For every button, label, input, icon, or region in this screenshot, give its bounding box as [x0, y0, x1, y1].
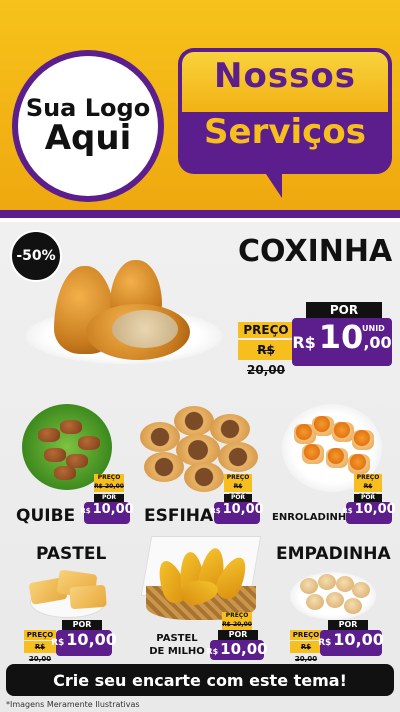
item-price-box: R$ 10,00	[80, 502, 134, 524]
item-old-price: R$ 20,00	[354, 482, 382, 500]
item-por-label: POR	[224, 494, 252, 502]
item-name-pastel: PASTEL	[36, 544, 107, 564]
logo-placeholder[interactable]: Sua Logo Aqui	[12, 50, 164, 202]
item-old-price: R$ 20,00	[94, 482, 124, 492]
item-name-pastel-de-milho: PASTEL DE MILHO	[149, 633, 205, 657]
featured-unit: UNID	[362, 324, 385, 333]
item-name-esfiha: ESFIHA	[144, 506, 214, 526]
item-price: 10,00	[92, 502, 134, 517]
header-divider	[0, 210, 400, 218]
item-por-label: POR	[328, 620, 368, 630]
item-price-box: R$ 10,00	[342, 502, 396, 524]
item-price-box: R$ 10,00	[206, 640, 268, 660]
item-preco-label: PREÇO	[354, 474, 382, 482]
item-price: 10,00	[354, 502, 396, 517]
featured-currency: R$	[292, 333, 316, 352]
logo-text-line2: Aqui	[44, 117, 132, 158]
flyer-page: Sua Logo Aqui Nossos Serviços -50% COXIN…	[0, 0, 400, 712]
logo-text-line1: Sua Logo	[25, 93, 151, 122]
pastel-image	[24, 566, 112, 622]
item-name-empadinha: EMPADINHA	[276, 544, 391, 564]
item-currency: R$	[80, 507, 91, 515]
item-preco-label: PREÇO	[94, 474, 124, 482]
item-por-label: POR	[94, 494, 124, 502]
item-currency: R$	[51, 638, 65, 648]
item-preco-label: PREÇO	[224, 474, 252, 482]
header-divider-white	[0, 218, 400, 222]
featured-product-name: COXINHA	[238, 234, 393, 269]
featured-price-dec: ,00	[363, 333, 392, 352]
featured-por-label: POR	[306, 302, 382, 318]
item-old-price: R$ 20,00	[224, 482, 252, 500]
item-price-box: R$ 10,00	[210, 502, 264, 524]
item-currency: R$	[318, 638, 332, 648]
item-price: 10,00	[220, 640, 268, 658]
featured-preco-label: PREÇO	[238, 322, 294, 338]
item-price-box: R$ 10,00	[51, 630, 117, 656]
title-line2: Serviços	[204, 112, 366, 152]
title-line1: Nossos	[214, 56, 356, 96]
item-por-label: POR	[354, 494, 382, 502]
item-price: 10,00	[66, 630, 117, 649]
footnote: *Imagens Meramente Ilustrativas	[6, 700, 140, 709]
item-por-label: POR	[218, 630, 258, 640]
cta-banner[interactable]: Crie seu encarte com este tema!	[6, 664, 394, 696]
item-price-box: R$ 10,00	[318, 630, 384, 656]
featured-price-int: 10	[318, 318, 364, 356]
item-por-label: POR	[62, 620, 102, 630]
coxinha-image	[26, 258, 226, 368]
featured-old-price: R$ 20,00	[238, 340, 294, 377]
item-preco-label: PREÇO	[222, 612, 252, 620]
item-currency: R$	[206, 647, 219, 656]
pastel-de-milho-image	[140, 534, 262, 624]
item-currency: R$	[342, 507, 353, 515]
item-name-quibe: QUIBE	[16, 506, 76, 526]
empadinha-image	[290, 566, 378, 622]
item-old-price: R$ 20,00	[222, 620, 252, 630]
item-price: 10,00	[333, 630, 384, 649]
item-currency: R$	[210, 507, 221, 515]
logo-inner: Sua Logo Aqui	[18, 56, 158, 196]
item-price: 10,00	[222, 502, 264, 517]
speech-bubble-tail	[262, 168, 282, 198]
